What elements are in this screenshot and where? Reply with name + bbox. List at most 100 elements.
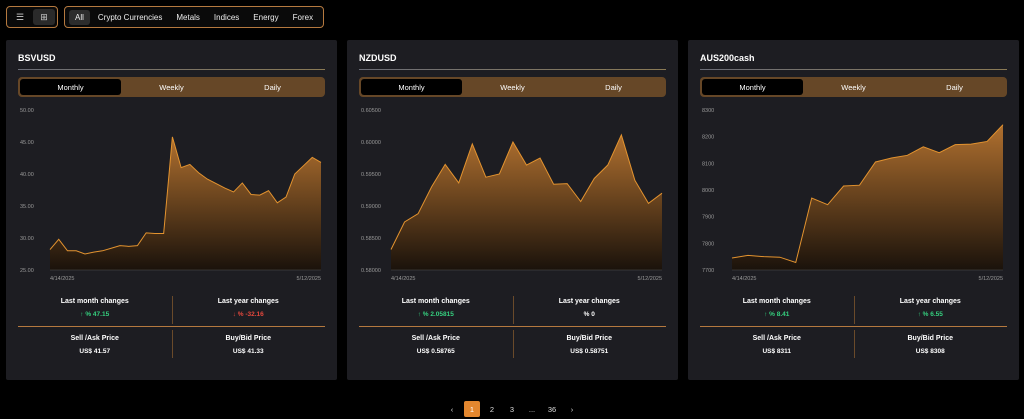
y-tick-label: 50.00 (20, 108, 34, 114)
last-year-label: Last year changes (899, 298, 961, 305)
pagination: ‹ 1 2 3 ... 36 › (0, 401, 1024, 417)
y-tick-label: 8100 (702, 161, 714, 167)
period-monthly[interactable]: Monthly (361, 79, 462, 95)
next-page-button[interactable]: › (564, 401, 580, 417)
area-fill (50, 136, 321, 270)
card-symbol: AUS200cash (700, 53, 755, 63)
last-month-stat: Last month changes ↑ % 2.05815 (359, 298, 513, 318)
top-bar: ☰ ⊞ All Crypto Currencies Metals Indices… (6, 6, 325, 28)
sell-price-label: Sell /Ask Price (411, 335, 460, 342)
filter-all[interactable]: All (69, 9, 90, 25)
divider (359, 326, 666, 327)
x-tick-label: 5/12/2025 (297, 276, 321, 282)
card-symbol: NZDUSD (359, 53, 397, 63)
divider (171, 296, 173, 324)
y-tick-label: 30.00 (20, 236, 34, 242)
period-daily[interactable]: Daily (904, 79, 1005, 95)
last-month-stat: Last month changes ↑ % 47.15 (18, 298, 172, 318)
period-selector: Monthly Weekly Daily (700, 77, 1007, 97)
filter-forex[interactable]: Forex (287, 10, 319, 25)
grid-icon: ⊞ (40, 11, 48, 22)
last-year-stat: Last year changes ↓ % -32.16 (172, 298, 326, 318)
last-month-value: ↑ % 2.05815 (417, 311, 454, 318)
divider (700, 69, 1007, 70)
period-daily[interactable]: Daily (222, 79, 323, 95)
buy-price-value: US$ 8308 (915, 348, 945, 355)
prev-page-button[interactable]: ‹ (444, 401, 460, 417)
buy-price-value: US$ 41.33 (232, 348, 264, 355)
last-year-stat: Last year changes % 0 (513, 298, 667, 318)
instrument-card: BSVUSD Monthly Weekly Daily 50.00 45.00 40… (6, 40, 337, 380)
period-daily[interactable]: Daily (563, 79, 664, 95)
divider (512, 296, 514, 324)
y-tick-label: 0.60500 (361, 108, 381, 114)
sell-price-value: US$ 0.58765 (416, 348, 455, 355)
x-tick-label: 5/12/2025 (638, 276, 662, 282)
buy-price-label: Buy/Bid Price (566, 335, 612, 342)
list-view-button[interactable]: ☰ (9, 9, 31, 25)
filter-energy[interactable]: Energy (247, 10, 284, 25)
filter-crypto[interactable]: Crypto Currencies (92, 10, 168, 25)
period-weekly[interactable]: Weekly (462, 79, 563, 95)
x-tick-label: 4/14/2025 (50, 276, 74, 282)
buy-price-stat: Buy/Bid Price US$ 0.58751 (513, 335, 667, 355)
page-button[interactable]: 36 (544, 401, 560, 417)
card-symbol: BSVUSD (18, 53, 56, 63)
sell-price-stat: Sell /Ask Price US$ 8311 (700, 335, 854, 355)
area-fill (732, 124, 1003, 270)
page-button[interactable]: 3 (504, 401, 520, 417)
x-tick-label: 4/14/2025 (732, 276, 756, 282)
period-monthly[interactable]: Monthly (702, 79, 803, 95)
divider (359, 69, 666, 70)
y-tick-label: 25.00 (20, 268, 34, 274)
y-tick-label: 7800 (702, 241, 714, 247)
last-year-stat: Last year changes ↑ % 6.55 (854, 298, 1008, 318)
price-chart: 0.60500 0.60000 0.59500 0.59000 0.58500 0.580… (361, 108, 663, 282)
last-month-label: Last month changes (60, 298, 129, 305)
instrument-card: NZDUSD Monthly Weekly Daily 0.60500 0.600… (347, 40, 678, 380)
sell-price-value: US$ 8311 (762, 348, 792, 355)
instrument-card: AUS200cash Monthly Weekly Daily 8300 8200… (688, 40, 1019, 380)
last-month-value: ↑ % 8.41 (764, 311, 790, 318)
filter-metals[interactable]: Metals (170, 10, 206, 25)
sell-price-value: US$ 41.57 (79, 348, 111, 355)
last-month-stat: Last month changes ↑ % 8.41 (700, 298, 854, 318)
period-selector: Monthly Weekly Daily (359, 77, 666, 97)
grid-view-button[interactable]: ⊞ (33, 9, 55, 25)
x-tick-label: 5/12/2025 (979, 276, 1003, 282)
last-year-label: Last year changes (217, 298, 279, 305)
page-button[interactable]: 1 (464, 401, 480, 417)
stats-panel: Last month changes ↑ % 2.05815 Last year… (359, 296, 666, 374)
buy-price-value: US$ 0.58751 (570, 348, 609, 355)
sell-price-label: Sell /Ask Price (752, 335, 801, 342)
stats-panel: Last month changes ↑ % 47.15 Last year c… (18, 296, 325, 374)
stats-panel: Last month changes ↑ % 8.41 Last year ch… (700, 296, 1007, 374)
page-ellipsis: ... (528, 404, 536, 414)
x-tick-label: 4/14/2025 (391, 276, 415, 282)
y-tick-label: 0.58000 (361, 268, 381, 274)
price-chart: 50.00 45.00 40.00 35.00 30.00 25.00 4/14/2025 5… (20, 108, 322, 282)
filter-indices[interactable]: Indices (208, 10, 245, 25)
y-tick-label: 8000 (702, 188, 714, 194)
buy-price-stat: Buy/Bid Price US$ 8308 (854, 335, 1008, 355)
page-button[interactable]: 2 (484, 401, 500, 417)
y-tick-label: 7900 (702, 215, 714, 221)
price-chart: 8300 8200 8100 8000 7900 7800 7700 4/14/2025 5/1… (702, 108, 1004, 282)
y-tick-label: 35.00 (20, 204, 34, 210)
y-tick-label: 40.00 (20, 172, 34, 178)
period-weekly[interactable]: Weekly (121, 79, 222, 95)
divider (853, 296, 855, 324)
period-monthly[interactable]: Monthly (20, 79, 121, 95)
divider (18, 69, 325, 70)
y-tick-label: 7700 (702, 268, 714, 274)
buy-price-label: Buy/Bid Price (907, 335, 953, 342)
last-month-label: Last month changes (742, 298, 811, 305)
y-tick-label: 8200 (702, 135, 714, 141)
y-tick-label: 0.59500 (361, 172, 381, 178)
category-filter-bar: All Crypto Currencies Metals Indices Ene… (64, 6, 325, 28)
sell-price-stat: Sell /Ask Price US$ 41.57 (18, 335, 172, 355)
sell-price-label: Sell /Ask Price (70, 335, 119, 342)
period-weekly[interactable]: Weekly (803, 79, 904, 95)
divider (18, 326, 325, 327)
y-tick-label: 45.00 (20, 140, 34, 146)
